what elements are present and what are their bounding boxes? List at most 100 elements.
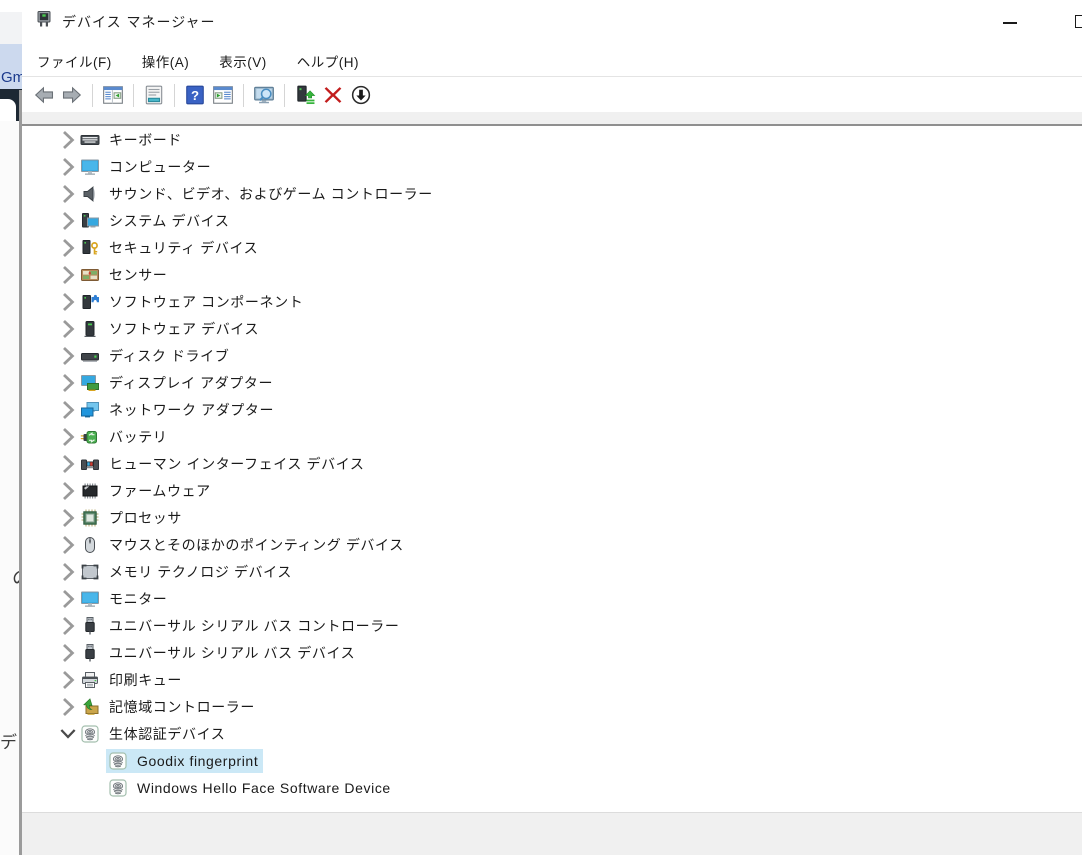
update-driver-button[interactable] <box>292 82 318 108</box>
tree-item[interactable]: ソフトウェア デバイス <box>22 315 1082 342</box>
tree-item-content[interactable]: ソフトウェア デバイス <box>78 317 264 341</box>
tree-item[interactable]: ユニバーサル シリアル バス コントローラー <box>22 612 1082 639</box>
show-console-tree-button[interactable] <box>100 82 126 108</box>
minimize-button[interactable] <box>1003 22 1017 24</box>
tree-item[interactable]: バッテリ <box>22 423 1082 450</box>
tree-item-content[interactable]: Windows Hello Face Software Device <box>106 776 396 800</box>
chevron-right-icon[interactable] <box>58 130 78 149</box>
tree-item-content[interactable]: ヒューマン インターフェイス デバイス <box>78 452 370 476</box>
tree-item-content[interactable]: プロセッサ <box>78 506 187 530</box>
tree-item[interactable]: 記憶域コントローラー <box>22 693 1082 720</box>
tree-item-content[interactable]: ディスプレイ アダプター <box>78 371 278 395</box>
help-button[interactable]: ? <box>182 82 208 108</box>
tree-item[interactable]: ネットワーク アダプター <box>22 396 1082 423</box>
chevron-right-icon[interactable] <box>58 292 78 311</box>
tree-item-content[interactable]: 印刷キュー <box>78 668 187 692</box>
chevron-right-icon[interactable] <box>58 643 78 662</box>
tree-item-content[interactable]: ユニバーサル シリアル バス コントローラー <box>78 614 404 638</box>
tree-item-content[interactable]: センサー <box>78 263 172 287</box>
tree-item-content[interactable]: ソフトウェア コンポーネント <box>78 290 308 314</box>
tree-item-content[interactable]: ユニバーサル シリアル バス デバイス <box>78 641 360 665</box>
tree-item[interactable]: センサー <box>22 261 1082 288</box>
tree-item[interactable]: セキュリティ デバイス <box>22 234 1082 261</box>
menu-item-3[interactable]: ヘルプ(H) <box>297 51 359 71</box>
chevron-right-icon[interactable] <box>58 616 78 635</box>
chevron-right-icon[interactable] <box>58 238 78 257</box>
system-devices-icon <box>80 211 100 231</box>
tree-item-content[interactable]: 生体認証デバイス <box>78 722 230 746</box>
tree-item[interactable]: ファームウェア <box>22 477 1082 504</box>
device-manager-icon <box>34 9 54 29</box>
chevron-right-icon[interactable] <box>58 400 78 419</box>
show-console-tree-icon <box>102 84 124 106</box>
uninstall-device-button[interactable] <box>320 82 346 108</box>
chevron-right-icon[interactable] <box>58 211 78 230</box>
chevron-right-icon[interactable] <box>58 184 78 203</box>
chevron-right-icon[interactable] <box>58 454 78 473</box>
tree-item[interactable]: メモリ テクノロジ デバイス <box>22 558 1082 585</box>
scan-hardware-changes-button[interactable] <box>251 82 277 108</box>
tree-item-content[interactable]: ディスク ドライブ <box>78 344 234 368</box>
tree-item[interactable]: ソフトウェア コンポーネント <box>22 288 1082 315</box>
menu-item-0[interactable]: ファイル(F) <box>37 51 112 71</box>
browser-tab-fragment[interactable]: Gm <box>0 44 22 89</box>
menu-item-2[interactable]: 表示(V) <box>219 51 267 71</box>
maximize-button[interactable] <box>1075 15 1082 28</box>
tree-item[interactable]: モニター <box>22 585 1082 612</box>
chevron-right-icon[interactable] <box>58 508 78 527</box>
tree-item[interactable]: Windows Hello Face Software Device <box>22 774 1082 801</box>
chevron-right-icon[interactable] <box>58 670 78 689</box>
tree-item-content[interactable]: ファームウェア <box>78 479 216 503</box>
tree-item[interactable]: ユニバーサル シリアル バス デバイス <box>22 639 1082 666</box>
tree-item-content[interactable]: 記憶域コントローラー <box>78 695 260 719</box>
chevron-right-icon[interactable] <box>58 562 78 581</box>
tree-item-content[interactable]: コンピューター <box>78 155 216 179</box>
tree-item[interactable]: 生体認証デバイス <box>22 720 1082 747</box>
properties-button[interactable] <box>141 82 167 108</box>
show-action-pane-button[interactable] <box>210 82 236 108</box>
tree-item[interactable]: ディスプレイ アダプター <box>22 369 1082 396</box>
tree-item[interactable]: ヒューマン インターフェイス デバイス <box>22 450 1082 477</box>
tree-item-content[interactable]: セキュリティ デバイス <box>78 236 263 260</box>
chevron-right-icon[interactable] <box>58 481 78 500</box>
chevron-right-icon[interactable] <box>58 265 78 284</box>
tree-item-content[interactable]: システム デバイス <box>78 209 234 233</box>
tree-item[interactable]: ディスク ドライブ <box>22 342 1082 369</box>
tree-item-content[interactable]: バッテリ <box>78 425 172 449</box>
back-button[interactable] <box>31 82 57 108</box>
tree-item[interactable]: Goodix fingerprint <box>22 747 1082 774</box>
tree-item-selected[interactable]: Goodix fingerprint <box>106 748 264 773</box>
tree-item[interactable]: 印刷キュー <box>22 666 1082 693</box>
chevron-right-icon[interactable] <box>58 319 78 338</box>
title-bar[interactable]: デバイス マネージャー <box>22 0 1082 45</box>
menu-item-1[interactable]: 操作(A) <box>142 51 190 71</box>
tree-item-content[interactable]: メモリ テクノロジ デバイス <box>78 560 297 584</box>
tree-item-label: ユニバーサル シリアル バス デバイス <box>109 644 356 661</box>
chevron-right-icon[interactable] <box>58 427 78 446</box>
tree-item[interactable]: プロセッサ <box>22 504 1082 531</box>
battery-icon <box>80 427 100 447</box>
tree-item[interactable]: サウンド、ビデオ、およびゲーム コントローラー <box>22 180 1082 207</box>
tree-item[interactable]: コンピューター <box>22 153 1082 180</box>
chevron-right-icon[interactable] <box>58 589 78 608</box>
chevron-right-icon[interactable] <box>58 373 78 392</box>
window-title: デバイス マネージャー <box>62 14 216 30</box>
chevron-down-icon[interactable] <box>58 726 78 742</box>
tree-item-content[interactable]: マウスとそのほかのポインティング デバイス <box>78 533 409 557</box>
forward-button[interactable] <box>59 82 85 108</box>
toolbar-bottom-band <box>22 112 1082 126</box>
tree-item[interactable]: キーボード <box>22 126 1082 153</box>
chevron-right-icon[interactable] <box>58 697 78 716</box>
tree-item[interactable]: システム デバイス <box>22 207 1082 234</box>
chevron-right-icon[interactable] <box>58 157 78 176</box>
chevron-right-icon[interactable] <box>58 535 78 554</box>
menu-bar: ファイル(F) 操作(A) 表示(V) ヘルプ(H) <box>22 45 1082 77</box>
storage-controller-icon <box>80 697 100 717</box>
tree-item-content[interactable]: サウンド、ビデオ、およびゲーム コントローラー <box>78 182 438 206</box>
tree-item[interactable]: マウスとそのほかのポインティング デバイス <box>22 531 1082 558</box>
tree-item-content[interactable]: キーボード <box>78 128 187 152</box>
tree-item-content[interactable]: ネットワーク アダプター <box>78 398 279 422</box>
tree-item-content[interactable]: モニター <box>78 587 172 611</box>
disable-device-button[interactable] <box>348 82 374 108</box>
chevron-right-icon[interactable] <box>58 346 78 365</box>
